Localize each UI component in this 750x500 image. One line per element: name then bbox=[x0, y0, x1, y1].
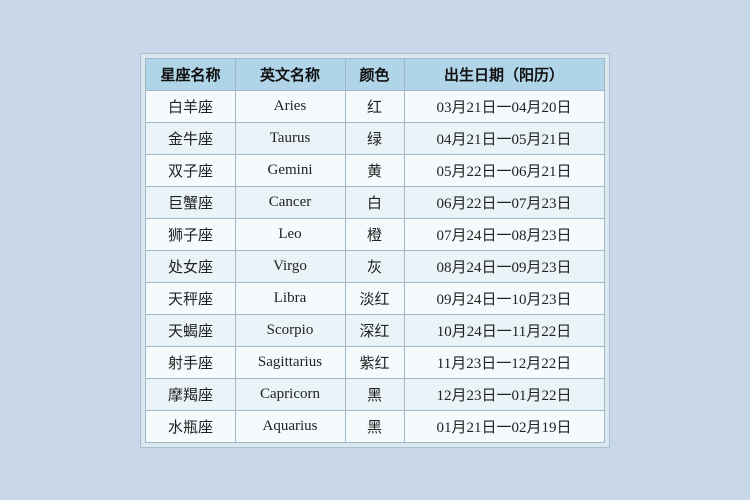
cell-date: 10月24日一11月22日 bbox=[404, 314, 604, 346]
cell-chinese: 摩羯座 bbox=[146, 378, 235, 410]
table-row: 处女座Virgo灰08月24日一09月23日 bbox=[146, 250, 604, 282]
header-chinese: 星座名称 bbox=[146, 58, 235, 90]
table-header-row: 星座名称 英文名称 颜色 出生日期（阳历） bbox=[146, 58, 604, 90]
table-row: 水瓶座Aquarius黑01月21日一02月19日 bbox=[146, 410, 604, 442]
cell-date: 08月24日一09月23日 bbox=[404, 250, 604, 282]
cell-color: 灰 bbox=[345, 250, 404, 282]
cell-date: 09月24日一10月23日 bbox=[404, 282, 604, 314]
cell-english: Gemini bbox=[235, 154, 345, 186]
table-row: 狮子座Leo橙07月24日一08月23日 bbox=[146, 218, 604, 250]
cell-chinese: 天秤座 bbox=[146, 282, 235, 314]
cell-chinese: 处女座 bbox=[146, 250, 235, 282]
header-color: 颜色 bbox=[345, 58, 404, 90]
table-row: 摩羯座Capricorn黑12月23日一01月22日 bbox=[146, 378, 604, 410]
cell-english: Aries bbox=[235, 90, 345, 122]
cell-chinese: 金牛座 bbox=[146, 122, 235, 154]
cell-color: 紫红 bbox=[345, 346, 404, 378]
cell-english: Capricorn bbox=[235, 378, 345, 410]
cell-chinese: 双子座 bbox=[146, 154, 235, 186]
cell-english: Virgo bbox=[235, 250, 345, 282]
table-row: 天蝎座Scorpio深红10月24日一11月22日 bbox=[146, 314, 604, 346]
table-row: 双子座Gemini黄05月22日一06月21日 bbox=[146, 154, 604, 186]
cell-color: 红 bbox=[345, 90, 404, 122]
cell-chinese: 巨蟹座 bbox=[146, 186, 235, 218]
table-row: 射手座Sagittarius紫红11月23日一12月22日 bbox=[146, 346, 604, 378]
cell-color: 黑 bbox=[345, 378, 404, 410]
table-row: 金牛座Taurus绿04月21日一05月21日 bbox=[146, 122, 604, 154]
cell-color: 黄 bbox=[345, 154, 404, 186]
cell-chinese: 狮子座 bbox=[146, 218, 235, 250]
cell-english: Libra bbox=[235, 282, 345, 314]
header-date: 出生日期（阳历） bbox=[404, 58, 604, 90]
cell-chinese: 天蝎座 bbox=[146, 314, 235, 346]
cell-english: Taurus bbox=[235, 122, 345, 154]
cell-date: 04月21日一05月21日 bbox=[404, 122, 604, 154]
cell-chinese: 射手座 bbox=[146, 346, 235, 378]
cell-chinese: 白羊座 bbox=[146, 90, 235, 122]
cell-english: Sagittarius bbox=[235, 346, 345, 378]
cell-date: 05月22日一06月21日 bbox=[404, 154, 604, 186]
cell-english: Aquarius bbox=[235, 410, 345, 442]
table-row: 白羊座Aries红03月21日一04月20日 bbox=[146, 90, 604, 122]
cell-date: 07月24日一08月23日 bbox=[404, 218, 604, 250]
cell-date: 12月23日一01月22日 bbox=[404, 378, 604, 410]
cell-date: 06月22日一07月23日 bbox=[404, 186, 604, 218]
cell-date: 11月23日一12月22日 bbox=[404, 346, 604, 378]
cell-color: 黑 bbox=[345, 410, 404, 442]
cell-date: 01月21日一02月19日 bbox=[404, 410, 604, 442]
cell-english: Leo bbox=[235, 218, 345, 250]
cell-english: Cancer bbox=[235, 186, 345, 218]
zodiac-table: 星座名称 英文名称 颜色 出生日期（阳历） 白羊座Aries红03月21日一04… bbox=[145, 58, 604, 443]
header-english: 英文名称 bbox=[235, 58, 345, 90]
table-row: 巨蟹座Cancer白06月22日一07月23日 bbox=[146, 186, 604, 218]
cell-date: 03月21日一04月20日 bbox=[404, 90, 604, 122]
cell-color: 淡红 bbox=[345, 282, 404, 314]
table-row: 天秤座Libra淡红09月24日一10月23日 bbox=[146, 282, 604, 314]
zodiac-table-container: 星座名称 英文名称 颜色 出生日期（阳历） 白羊座Aries红03月21日一04… bbox=[140, 53, 609, 448]
cell-color: 深红 bbox=[345, 314, 404, 346]
cell-color: 橙 bbox=[345, 218, 404, 250]
cell-english: Scorpio bbox=[235, 314, 345, 346]
cell-color: 绿 bbox=[345, 122, 404, 154]
cell-color: 白 bbox=[345, 186, 404, 218]
cell-chinese: 水瓶座 bbox=[146, 410, 235, 442]
